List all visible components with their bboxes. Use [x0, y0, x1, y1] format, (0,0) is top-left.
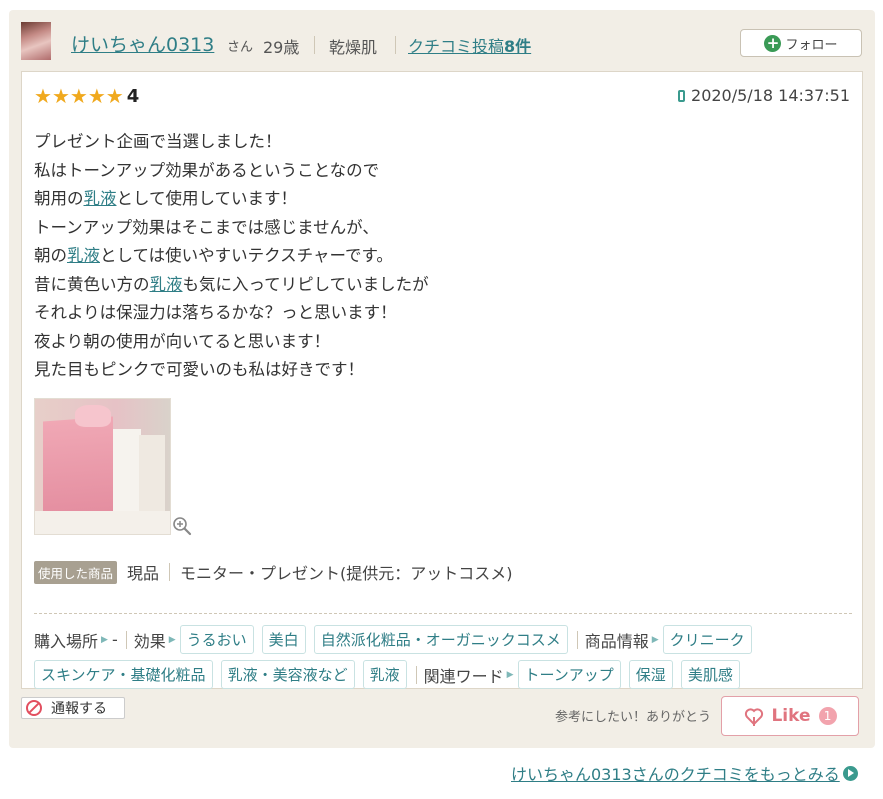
keyword-link[interactable]: 乳液 [67, 246, 100, 265]
tag-chip[interactable]: 美白 [261, 625, 306, 654]
review-text-segment: 朝用の [34, 189, 84, 208]
review-line: 朝の乳液としては使いやすいテクスチャーです。 [34, 242, 429, 271]
usage-tag: 使用した商品 [34, 560, 118, 584]
review-line: プレゼント企画で当選しました！ [34, 128, 429, 157]
follow-label: フォロー [785, 37, 838, 53]
review-line: 朝用の乳液として使用しています！ [34, 185, 429, 214]
skin-type: 乾燥肌 [329, 38, 378, 57]
keyword-link[interactable]: 乳液 [150, 275, 183, 294]
review-line: トーンアップ効果はそこまでは感じませんが、 [34, 214, 429, 243]
review-text-segment: 見た目もピンクで可愛いのも私は好きです！ [34, 360, 364, 379]
tag-chip[interactable]: 乳液 [362, 660, 407, 689]
arrow-circle-icon [842, 765, 858, 781]
arrow-icon: ▶ [168, 634, 176, 645]
purchase-value: - [111, 630, 118, 649]
review-text-segment: も気に入ってリピしていましたが [182, 274, 429, 294]
product-chips: クリニーク [662, 625, 760, 654]
review-text-segment: 朝の [34, 246, 67, 265]
review-text-segment: としては使いやすいテクスチャーです。 [100, 246, 393, 265]
tag-chip[interactable]: 自然派化粧品・オーガニックコスメ [313, 625, 568, 654]
usage-info: 使用した商品 現品 モニター・プレゼント(提供元：アットコスメ) [34, 560, 513, 584]
plus-icon: + [764, 34, 782, 52]
divider [395, 36, 396, 54]
arrow-icon: ▶ [101, 634, 108, 645]
review-text-segment: プレゼント企画で当選しました！ [34, 132, 282, 151]
tag-chip[interactable]: うるおい [179, 625, 254, 654]
review-line: 夜より朝の使用が向いてると思います！ [34, 328, 429, 357]
review-photo[interactable] [34, 398, 171, 535]
like-label: Like [771, 706, 811, 726]
product-state: 現品 [127, 564, 160, 583]
review-text-segment: 昔に黄色い方の [34, 274, 150, 294]
report-label: 通報する [51, 701, 107, 717]
arrow-icon: ▶ [506, 669, 514, 680]
effect-chips: うるおい 美白 自然派化粧品・オーガニックコスメ [179, 625, 576, 654]
star-icon: ★ [69, 84, 88, 108]
zoom-icon[interactable] [172, 516, 192, 536]
review-text-segment: として使用しています！ [116, 189, 298, 208]
arrow-icon: ▶ [651, 634, 659, 645]
effect-label: 効果 [133, 631, 166, 651]
honorific: さん [227, 40, 254, 55]
like-count: 1 [818, 707, 837, 725]
review-line: 昔に黄色い方の乳液も気に入ってリピしていましたが [34, 271, 429, 300]
related-chips: トーンアップ 保湿 美肌感 [517, 660, 748, 689]
review-text-segment: 私はトーンアップ効果があるということなので [34, 160, 380, 180]
user-age: 29歳 [263, 38, 300, 57]
review-count-prefix: クチコミ投稿 [408, 37, 505, 56]
review-text-segment: それよりは保湿力は落ちるかな？っと思います！ [34, 303, 397, 322]
tag-chip[interactable]: 美肌感 [680, 660, 740, 689]
like-button[interactable]: Like 1 [721, 696, 859, 736]
divider [415, 665, 417, 684]
tag-chip[interactable]: クリニーク [662, 625, 752, 654]
tag-chip[interactable]: スキンケア・基礎化粧品 [34, 660, 213, 689]
review-text: プレゼント企画で当選しました！ 私はトーンアップ効果があるということなので 朝用の乳… [34, 128, 429, 385]
review-text-segment: トーンアップ効果はそこまでは感じませんが、 [34, 217, 379, 237]
divider [576, 630, 578, 649]
heart-icon [745, 708, 764, 726]
avatar[interactable] [21, 22, 51, 60]
report-button[interactable]: 通報する [21, 697, 125, 719]
review-text-segment: 夜より朝の使用が向いてると思います！ [34, 331, 331, 351]
tag-chip[interactable]: トーンアップ [517, 660, 621, 689]
review-body: ★★★★★ 4 2020/5/18 14:37:51 プレゼント企画で当選しまし… [21, 71, 863, 689]
review-count-value: 8件 [504, 37, 532, 56]
purchase-label: 購入場所 [34, 631, 99, 651]
review-line: 見た目もピンクで可愛いのも私は好きです！ [34, 356, 429, 385]
username-link[interactable]: けいちゃん0313 [71, 30, 214, 57]
usage-source: モニター・プレゼント(提供元：アットコスメ) [180, 564, 513, 583]
review-header: けいちゃん0313 さん 29歳 乾燥肌 クチコミ投稿8件 + フォロー [9, 10, 875, 72]
star-icon: ★ [87, 84, 106, 108]
star-icon: ★ [34, 84, 52, 108]
more-reviews-label: けいちゃん0313さんのクチコミをもっとみる [511, 765, 840, 784]
more-reviews-link[interactable]: けいちゃん0313さんのクチコミをもっとみる [511, 761, 858, 785]
dashed-divider [34, 613, 852, 614]
post-datetime: 2020/5/18 14:37:51 [691, 86, 850, 105]
mobile-icon [678, 89, 686, 102]
star-rating: ★★★★★ 4 [34, 86, 139, 107]
tag-chip[interactable]: 保湿 [628, 660, 673, 689]
stars-group: ★★★★★ [34, 86, 124, 107]
divider [169, 563, 171, 581]
product-label: 商品情報 [584, 631, 649, 651]
product-chips: スキンケア・基礎化粧品 乳液・美容液など 乳液 [34, 660, 415, 689]
keyword-link[interactable]: 乳液 [84, 189, 117, 208]
divider [314, 36, 315, 54]
thanks-text: 参考にしたい！ありがとう [555, 710, 712, 725]
review-card: けいちゃん0313 さん 29歳 乾燥肌 クチコミ投稿8件 + フォロー ★★★… [9, 10, 875, 748]
star-icon: ★ [105, 84, 124, 108]
star-icon: ★ [51, 84, 70, 108]
tag-row-2: スキンケア・基礎化粧品 乳液・美容液など 乳液 関連ワード ▶ トーンアップ 保湿 美肌… [34, 660, 748, 689]
prohibited-icon [26, 700, 42, 716]
divider [125, 630, 127, 649]
rating-value: 4 [126, 86, 140, 107]
post-date: 2020/5/18 14:37:51 [678, 86, 850, 105]
review-count-link[interactable]: クチコミ投稿8件 [408, 33, 531, 57]
review-line: それよりは保湿力は落ちるかな？っと思います！ [34, 299, 429, 328]
follow-button[interactable]: + フォロー [740, 29, 862, 57]
tag-chip[interactable]: 乳液・美容液など [220, 660, 355, 689]
review-line: 私はトーンアップ効果があるということなので [34, 157, 429, 186]
related-label: 関連ワード [423, 666, 504, 686]
tag-row-1: 購入場所 ▶ - 効果 ▶ うるおい 美白 自然派化粧品・オーガニックコスメ 商品情… [34, 625, 760, 654]
